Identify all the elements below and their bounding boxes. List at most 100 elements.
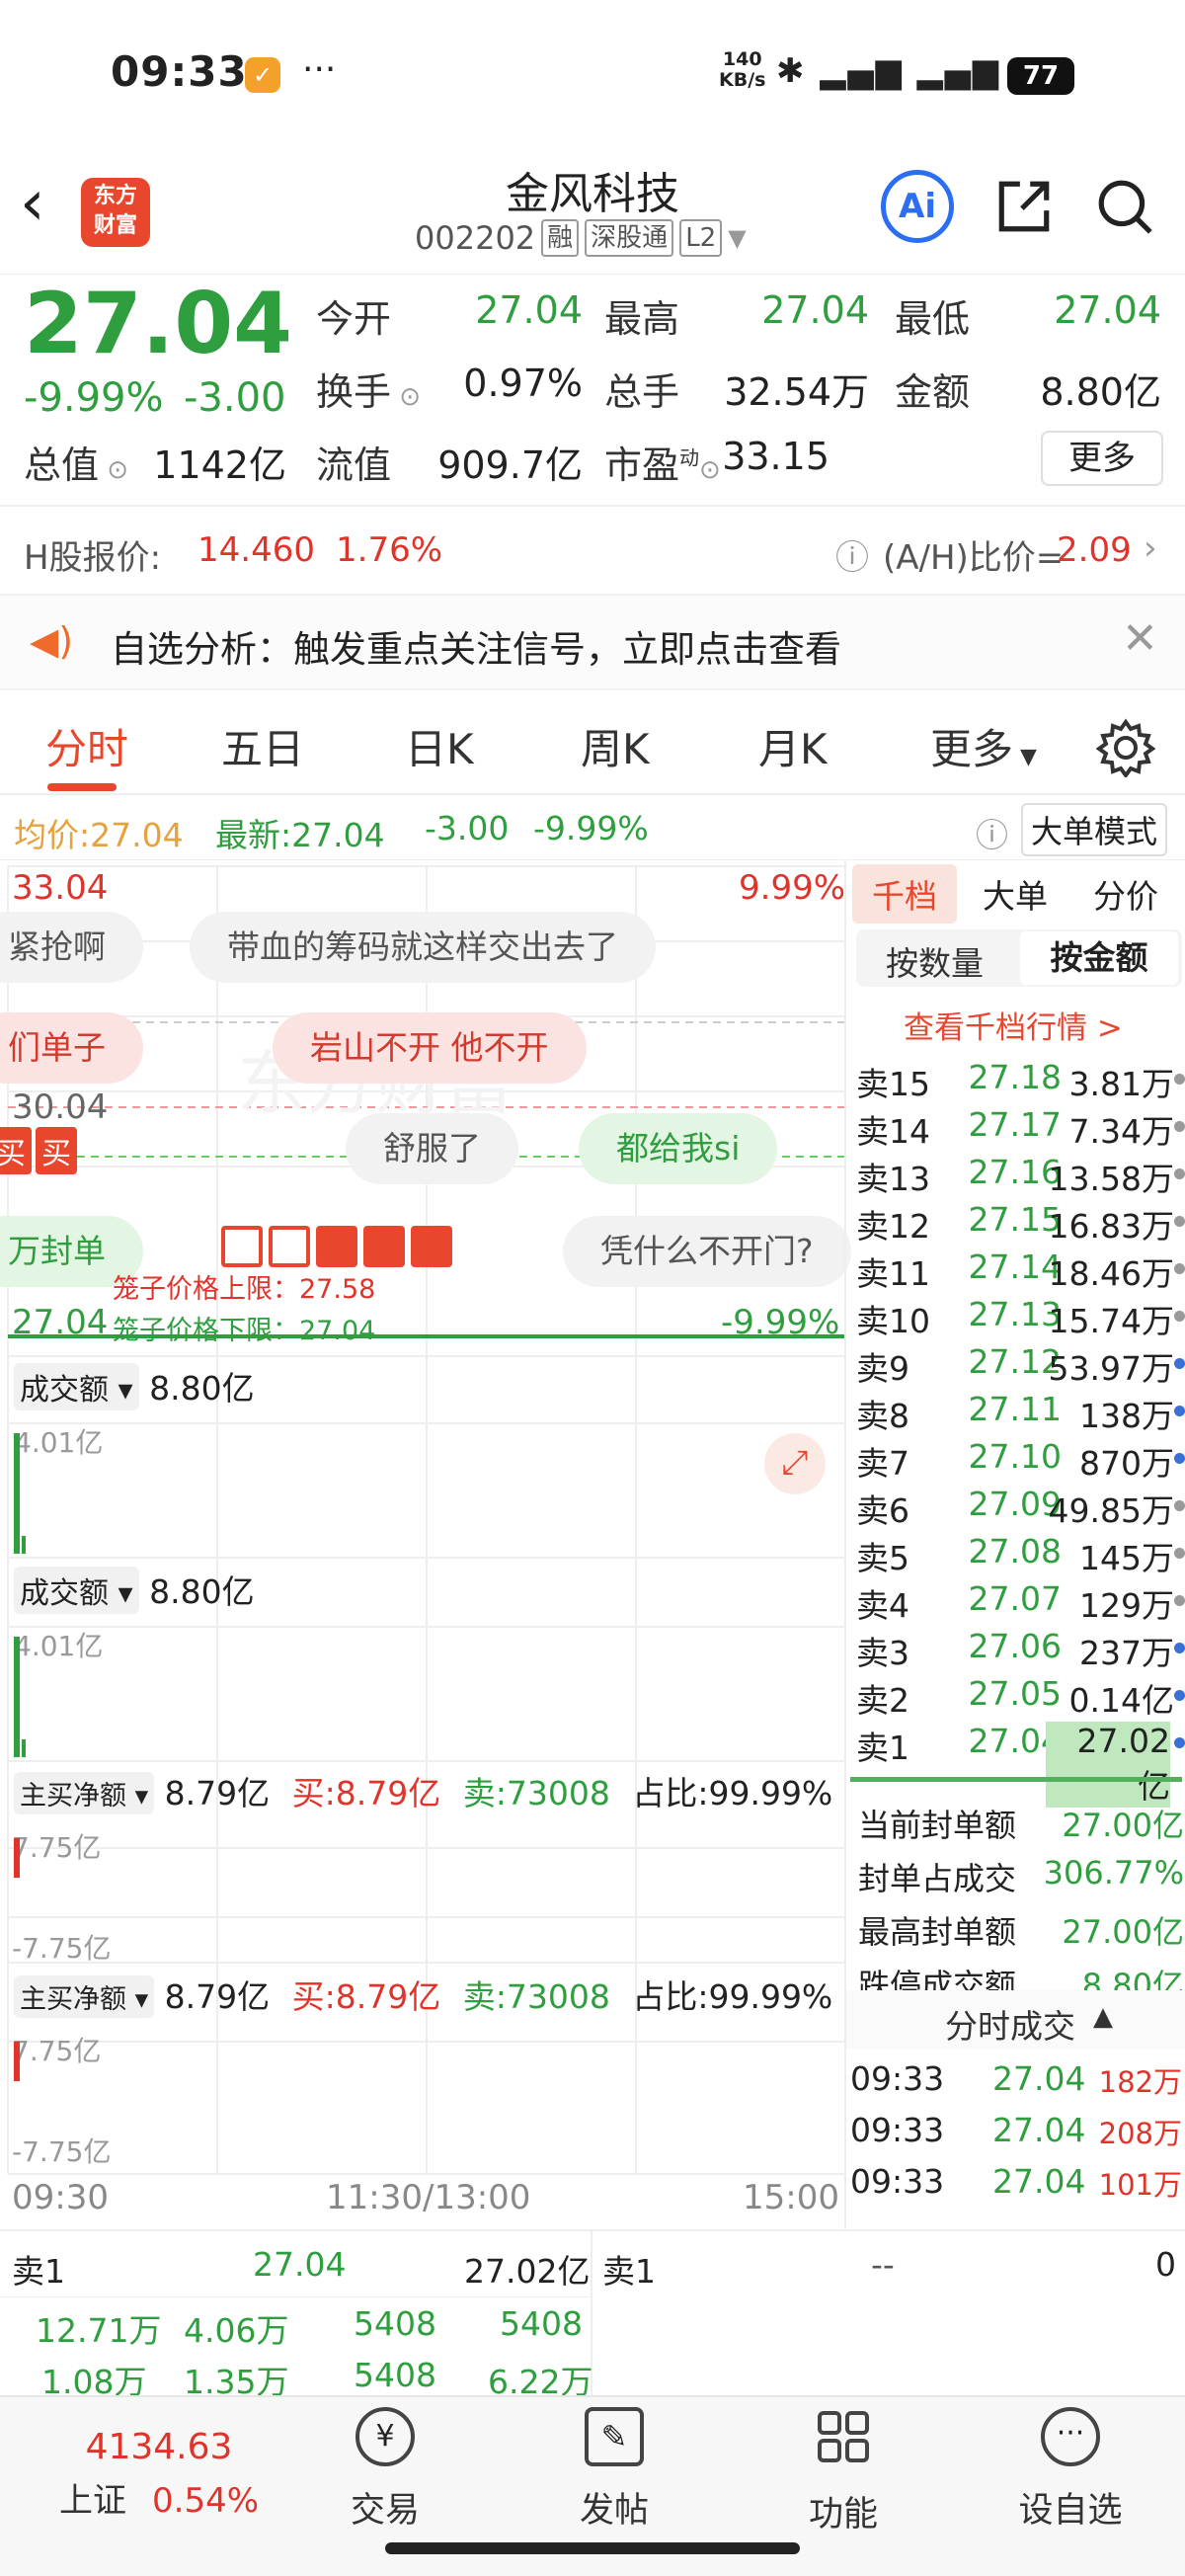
ask-amount: 13.58万 — [1048, 1160, 1174, 1198]
ask-dot — [1174, 1311, 1185, 1322]
tab-week-k[interactable]: 周K — [581, 716, 650, 776]
ask-row[interactable]: 卖13 27.16 13.58万 — [850, 1153, 1185, 1200]
danmu-bubble[interactable]: 都给我si — [579, 1113, 778, 1184]
average-price-bar: 均价:27.04 最新:27.04 -3.00 -9.99% ⓘ 大单模式 — [0, 795, 1185, 860]
ask-level-label: 卖5 — [856, 1539, 909, 1577]
ask-dot — [1174, 1263, 1185, 1274]
time-mid-label: 11:30/13:00 — [326, 2178, 531, 2217]
flow-header[interactable]: 主买净额 ▾ 8.79亿 买:8.79亿 卖:73008 占比:99.99% — [14, 1971, 843, 2018]
ask-row[interactable]: 卖15 27.18 3.81万 — [850, 1058, 1185, 1105]
volume-header[interactable]: 成交额 ▾ 8.80亿 — [14, 1362, 255, 1410]
danmu-bubble[interactable]: 岩山不开 他不开 — [273, 1012, 587, 1084]
ask-amount: 15.74万 — [1048, 1302, 1174, 1340]
volume-bar — [14, 1637, 20, 1757]
close-icon[interactable]: ✕ — [1122, 613, 1158, 664]
ask-row[interactable]: 卖7 27.10 870万 — [850, 1437, 1185, 1485]
more-button[interactable]: 更多 — [1041, 431, 1163, 486]
ask-amount: 16.83万 — [1048, 1207, 1174, 1246]
time-start-label: 09:30 — [12, 2178, 109, 2217]
notice-banner[interactable]: ◀) 自选分析：触发重点关注信号，立即点击查看 ✕ — [0, 596, 1185, 690]
tab-depth[interactable]: 千档 — [852, 864, 957, 924]
left-side-price: 27.04 — [253, 2245, 347, 2284]
by-amount-button[interactable]: 按金额 — [1020, 931, 1178, 985]
by-quantity-button[interactable]: 按数量 — [886, 937, 984, 985]
change-percent: -9.99% — [24, 375, 164, 421]
share-icon[interactable] — [993, 176, 1055, 237]
turnover-label: 换手 ⊙ — [316, 370, 422, 414]
float-value: 909.7亿 — [437, 443, 583, 487]
view-depth-link[interactable]: 查看千档行情 > — [904, 1003, 1123, 1047]
tab-more[interactable]: 更多 ▼ — [930, 716, 1037, 776]
ask-level-label: 卖12 — [856, 1207, 930, 1246]
ask-row[interactable]: 卖11 27.14 18.46万 — [850, 1248, 1185, 1295]
flow-min-label: -7.75亿 — [12, 1932, 112, 1965]
ticks-header[interactable]: 分时成交 ▲ — [846, 1990, 1185, 2050]
table-cell: 4.06万 — [184, 2311, 289, 2350]
ask-level-label: 卖4 — [856, 1586, 909, 1625]
nav-post[interactable]: ✎ 发帖 — [535, 2407, 693, 2533]
surge-icons — [221, 1226, 452, 1267]
h-share-row[interactable]: H股报价: 14.460 1.76% ⓘ (A/H)比价= 2.09 › — [0, 507, 1185, 596]
tab-month-k[interactable]: 月K — [758, 716, 828, 776]
ask-dot — [1174, 1453, 1185, 1464]
dropdown-icon[interactable]: ▼ — [728, 224, 746, 252]
ask-row[interactable]: 卖3 27.06 237万 — [850, 1627, 1185, 1674]
chevron-right-icon: › — [1144, 528, 1157, 568]
tab-big-orders[interactable]: 大单 — [983, 870, 1048, 918]
ask-row[interactable]: 卖12 27.15 16.83万 — [850, 1200, 1185, 1248]
danmu-bubble[interactable]: 紧抢啊 — [0, 912, 143, 983]
stock-code-row[interactable]: 002202 融 深股通 L2 ▼ — [415, 219, 747, 257]
volume-header[interactable]: 成交额 ▾ 8.80亿 — [14, 1566, 255, 1614]
ask-level-label: 卖11 — [856, 1254, 930, 1293]
tab-price-dist[interactable]: 分价 — [1093, 870, 1158, 918]
latest-pct: -9.99% — [533, 809, 649, 847]
more-notifications: ··· — [302, 49, 337, 90]
top-pct-label: 9.99% — [739, 868, 846, 908]
danmu-bubble[interactable]: 带血的筹码就这样交出去了 — [190, 912, 656, 983]
ask-row[interactable]: 卖10 27.13 15.74万 — [850, 1295, 1185, 1342]
ask-row[interactable]: 卖9 27.12 53.97万 — [850, 1342, 1185, 1390]
index-ticker[interactable]: 4134.63 上证 0.54% — [59, 2427, 259, 2522]
ask-row[interactable]: 卖8 27.11 138万 — [850, 1390, 1185, 1437]
nav-add-watchlist[interactable]: ··· 设自选 — [991, 2407, 1149, 2533]
seal-stat-row: 当前封单额 27.00亿 — [858, 1807, 1184, 1844]
ask-amount: 27.02亿 — [1046, 1722, 1170, 1808]
latest-price: 最新:27.04 — [215, 816, 385, 854]
intraday-chart[interactable]: 东方财富 33.04 9.99% 30.04 紧抢啊 带血的筹码就这样交出去了 … — [0, 860, 851, 2229]
danmu-bubble[interactable]: 们单子 — [0, 1012, 143, 1084]
ask-row[interactable]: 卖2 27.05 0.14亿 — [850, 1674, 1185, 1722]
tab-day-k[interactable]: 日K — [405, 716, 474, 776]
ask-row[interactable]: 卖5 27.08 145万 — [850, 1532, 1185, 1579]
tab-five-day[interactable]: 五日 — [221, 716, 304, 776]
help-icon: ⓘ — [835, 538, 869, 578]
ask-amount: 237万 — [1079, 1634, 1174, 1672]
expand-icon[interactable]: ⤢ — [764, 1433, 826, 1494]
low-label: 最低 — [895, 297, 971, 341]
open-label: 今开 — [316, 297, 392, 341]
flow-header[interactable]: 主买净额 ▾ 8.79亿 买:8.79亿 卖:73008 占比:99.99% — [14, 1767, 843, 1814]
table-cell: 5408 — [354, 2304, 436, 2343]
nav-functions[interactable]: 功能 — [764, 2407, 922, 2536]
gear-icon[interactable] — [1096, 718, 1155, 777]
ask-row[interactable]: 卖1 27.04 27.02亿 — [850, 1722, 1185, 1808]
ask-row[interactable]: 卖14 27.17 7.34万 — [850, 1105, 1185, 1153]
ask-price: 27.09 — [968, 1485, 1062, 1523]
volume-bar — [14, 1433, 20, 1554]
search-icon[interactable] — [1094, 176, 1155, 237]
grid-icon — [818, 2411, 869, 2462]
ask-dot — [1174, 1737, 1185, 1748]
ask-price: 27.13 — [968, 1295, 1062, 1333]
danmu-bubble[interactable]: 舒服了 — [346, 1113, 518, 1184]
help-icon[interactable]: ⓘ — [976, 809, 1008, 856]
more-icon: ··· — [1041, 2407, 1100, 2466]
nav-trade[interactable]: ¥ 交易 — [306, 2407, 464, 2533]
ask-row[interactable]: 卖6 27.09 49.85万 — [850, 1485, 1185, 1532]
danmu-bubble[interactable]: 凭什么不开门? — [563, 1216, 851, 1287]
big-order-mode-button[interactable]: 大单模式 — [1021, 803, 1168, 856]
h-share-pct: 1.76% — [336, 530, 443, 570]
h-share-price: 14.460 — [198, 530, 315, 570]
table-cell: 12.71万 — [36, 2311, 162, 2350]
ai-assistant-button[interactable]: Ai — [881, 170, 954, 243]
tab-intraday[interactable]: 分时 — [45, 716, 128, 776]
ask-row[interactable]: 卖4 27.07 129万 — [850, 1579, 1185, 1627]
